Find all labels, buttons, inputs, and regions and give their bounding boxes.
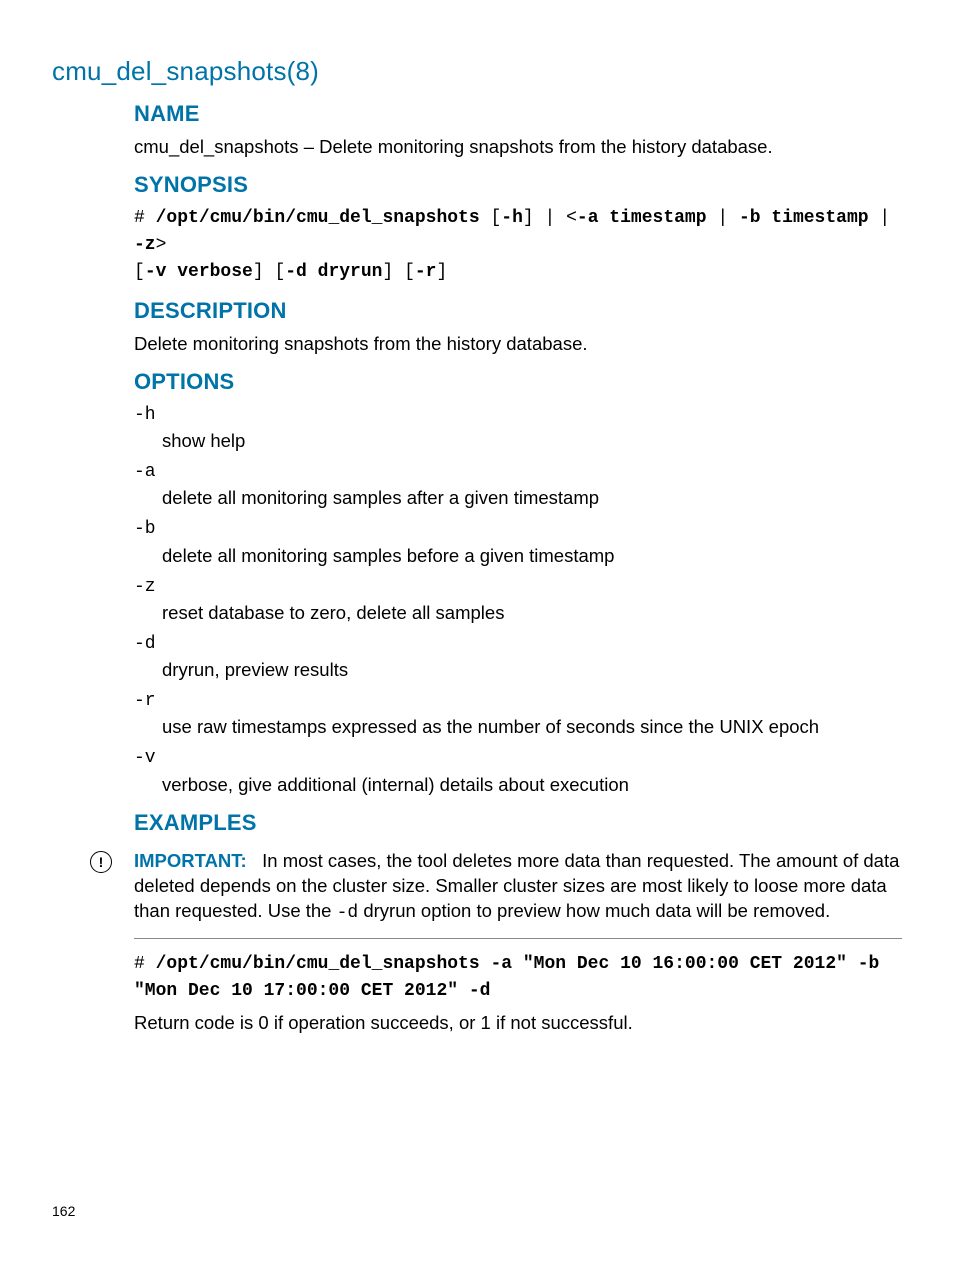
synopsis-hash: #	[134, 208, 156, 228]
synopsis-code: # /opt/cmu/bin/cmu_del_snapshots [-h] | …	[134, 205, 902, 286]
option-desc: delete all monitoring samples before a g…	[162, 544, 902, 569]
synopsis-p2b: -v verbose	[145, 262, 253, 282]
synopsis-p1f: -b timestamp	[739, 208, 869, 228]
example-hash: #	[134, 954, 156, 974]
options-heading: OPTIONS	[134, 367, 902, 397]
synopsis-p1e: |	[707, 208, 739, 228]
option-desc: show help	[162, 429, 902, 454]
synopsis-p1a: [	[480, 208, 502, 228]
option-flag: -d	[134, 632, 902, 656]
synopsis-p1g: |	[869, 208, 891, 228]
important-text-b: dryrun option to preview how much data w…	[358, 900, 830, 921]
synopsis-p2a: [	[134, 262, 145, 282]
example-command: # /opt/cmu/bin/cmu_del_snapshots -a "Mon…	[134, 951, 902, 1005]
option-desc: use raw timestamps expressed as the numb…	[162, 715, 902, 740]
examples-heading: EXAMPLES	[134, 808, 902, 838]
option-desc: reset database to zero, delete all sampl…	[162, 601, 902, 626]
option-flag: -a	[134, 460, 902, 484]
important-label: IMPORTANT:	[134, 850, 247, 871]
synopsis-p2f: -r	[415, 262, 437, 282]
synopsis-heading: SYNOPSIS	[134, 170, 902, 200]
synopsis-p1d: -a timestamp	[577, 208, 707, 228]
synopsis-cmd: /opt/cmu/bin/cmu_del_snapshots	[156, 208, 480, 228]
option-flag: -b	[134, 517, 902, 541]
important-flag: -d	[337, 903, 359, 923]
option-desc: dryrun, preview results	[162, 658, 902, 683]
description-text: Delete monitoring snapshots from the his…	[134, 332, 902, 357]
important-icon: !	[90, 851, 112, 873]
content-area: NAME cmu_del_snapshots – Delete monitori…	[134, 99, 902, 1035]
page-title: cmu_del_snapshots(8)	[52, 54, 902, 89]
synopsis-p2e: ] [	[382, 262, 414, 282]
option-desc: verbose, give additional (internal) deta…	[162, 773, 902, 798]
synopsis-p1c: ] | <	[523, 208, 577, 228]
description-heading: DESCRIPTION	[134, 296, 902, 326]
page-number: 162	[52, 1202, 75, 1221]
return-code-text: Return code is 0 if operation succeeds, …	[134, 1011, 902, 1036]
option-flag: -h	[134, 403, 902, 427]
synopsis-p2d: -d dryrun	[285, 262, 382, 282]
example-cmd: /opt/cmu/bin/cmu_del_snapshots -a "Mon D…	[134, 954, 879, 1001]
option-desc: delete all monitoring samples after a gi…	[162, 486, 902, 511]
synopsis-p2c: ] [	[253, 262, 285, 282]
options-list: -h show help -a delete all monitoring sa…	[134, 403, 902, 798]
important-note: ! IMPORTANT: In most cases, the tool del…	[134, 849, 902, 938]
name-text: cmu_del_snapshots – Delete monitoring sn…	[134, 135, 902, 160]
option-flag: -v	[134, 746, 902, 770]
name-heading: NAME	[134, 99, 902, 129]
synopsis-p1i: >	[156, 235, 167, 255]
synopsis-p1b: -h	[501, 208, 523, 228]
option-flag: -r	[134, 689, 902, 713]
option-flag: -z	[134, 575, 902, 599]
synopsis-p2g: ]	[436, 262, 447, 282]
synopsis-p1h: -z	[134, 235, 156, 255]
